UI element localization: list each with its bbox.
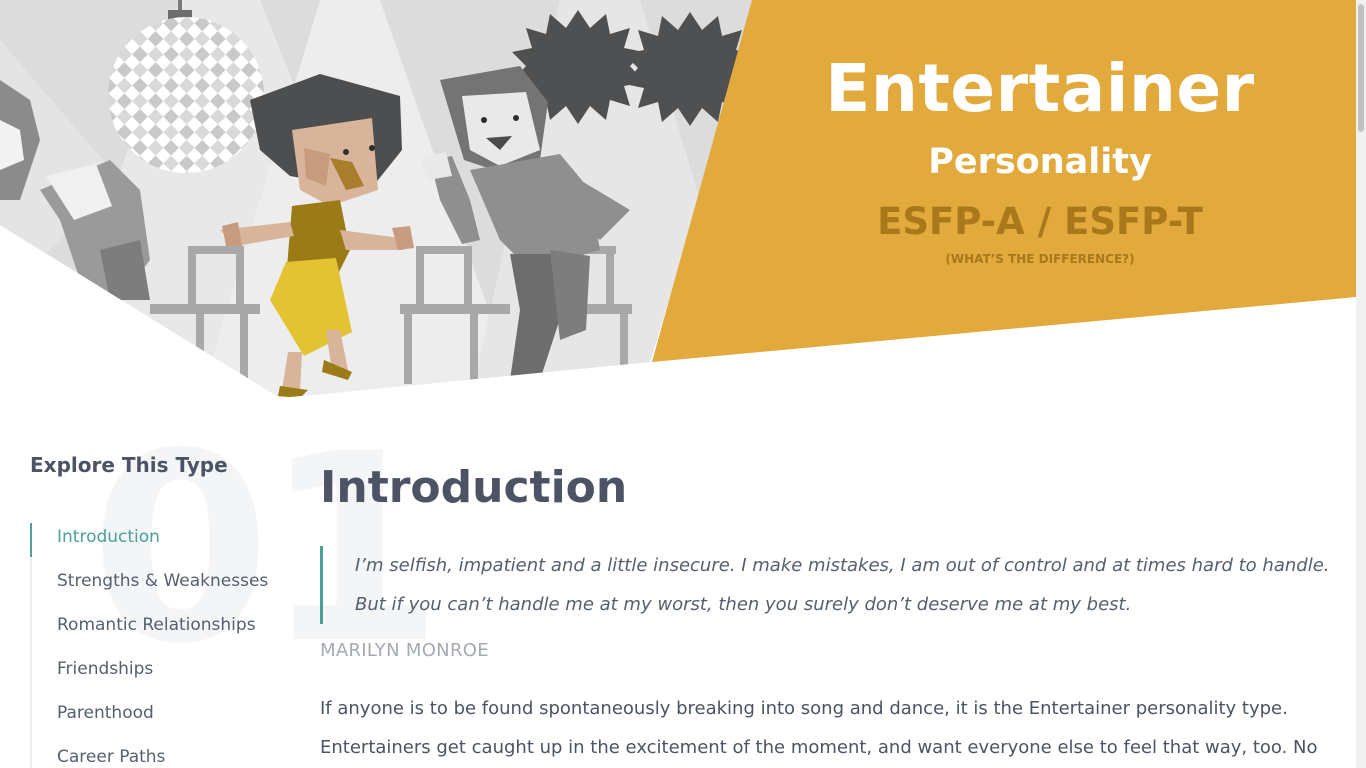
quote-author: MARILYN MONROE [320, 640, 489, 661]
section-heading: Introduction [320, 462, 628, 513]
intro-paragraph: If anyone is to be found spontaneously b… [320, 698, 1318, 758]
sidebar-title: Explore This Type [30, 453, 228, 477]
sidebar-item-strengths-weaknesses[interactable]: Strengths & Weaknesses [32, 569, 300, 613]
explore-sidebar: Explore This Type Introduction Strengths… [30, 448, 300, 768]
sidebar-item-romantic-relationships[interactable]: Romantic Relationships [32, 613, 300, 657]
sidebar-item-introduction[interactable]: Introduction [30, 523, 300, 569]
hero-banner: Entertainer Personality ESFP-A / ESFP-T … [0, 0, 1356, 400]
sidebar-item-friendships[interactable]: Friendships [32, 657, 300, 701]
quote-text: I’m selfish, impatient and a little inse… [355, 555, 1330, 615]
article-content: Introduction I’m selfish, impatient and … [320, 458, 1330, 767]
scrollbar-thumb[interactable] [1358, 4, 1364, 132]
quote-block: I’m selfish, impatient and a little inse… [320, 546, 1330, 624]
personality-title: Entertainer [825, 50, 1255, 127]
sidebar-nav: Introduction Strengths & Weaknesses Roma… [30, 523, 300, 768]
page-scrollbar[interactable] [1356, 0, 1366, 768]
sidebar-item-career-paths[interactable]: Career Paths [32, 745, 300, 768]
sidebar-item-parenthood[interactable]: Parenthood [32, 701, 300, 745]
difference-link[interactable]: (WHAT’S THE DIFFERENCE?) [740, 252, 1340, 266]
type-codes-link[interactable]: ESFP-A / ESFP-T [740, 200, 1340, 243]
personality-subtitle: Personality [928, 142, 1152, 182]
